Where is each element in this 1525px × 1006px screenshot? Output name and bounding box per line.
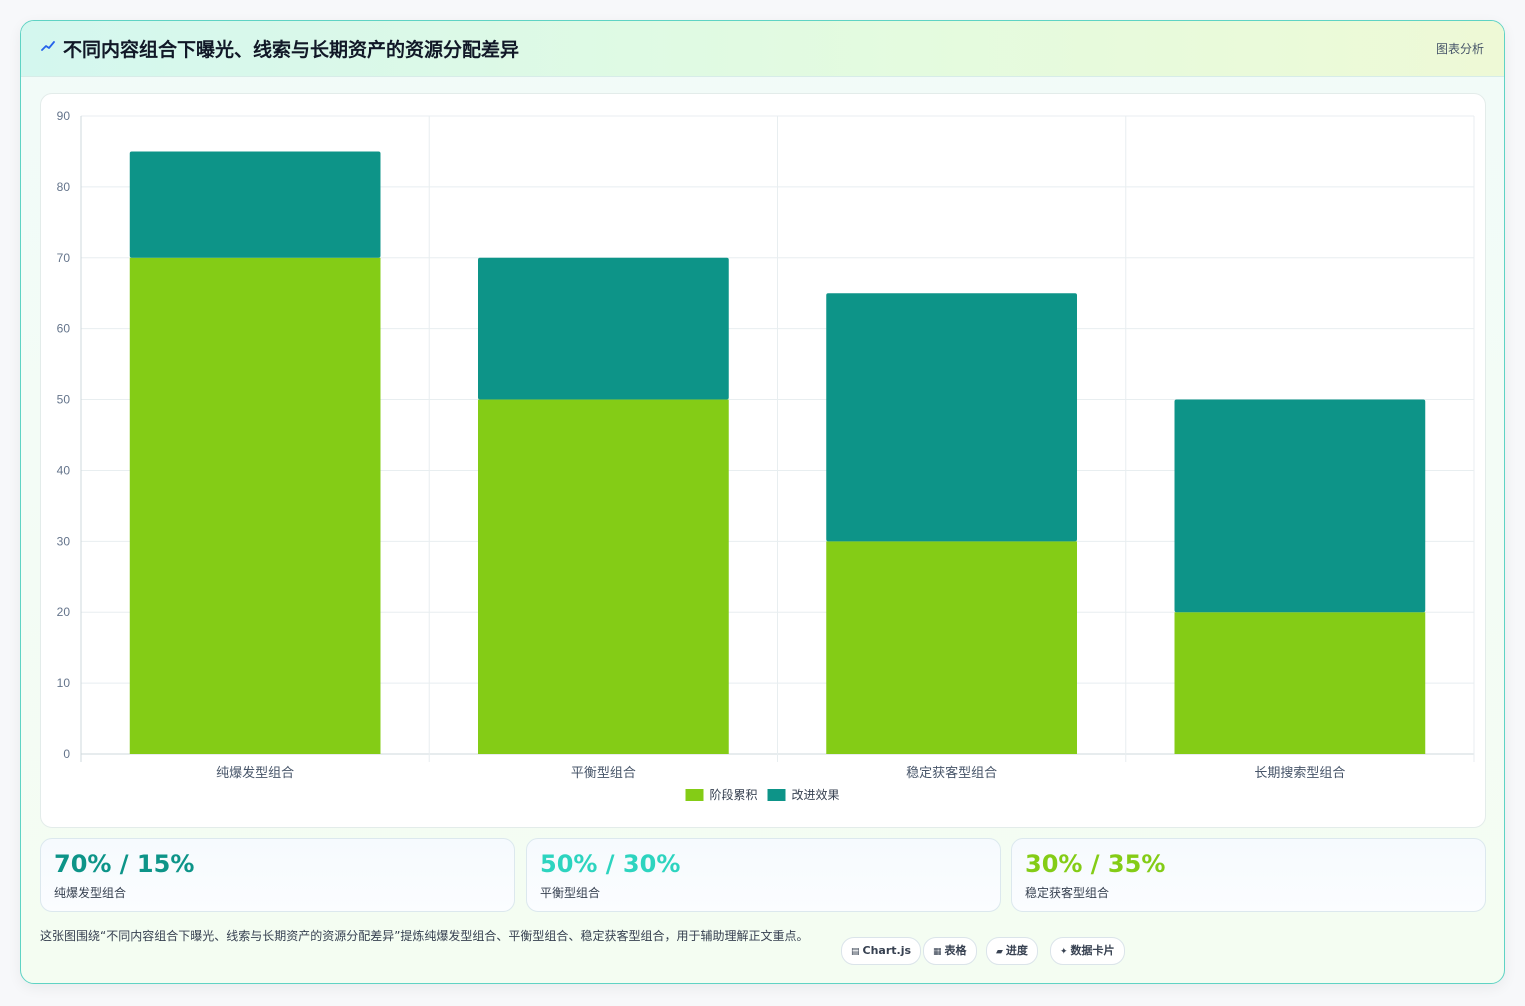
x-tick-label: 纯爆发型组合 [216, 765, 294, 780]
stat-card: 70% / 15% 纯爆发型组合 [40, 838, 515, 912]
stat-label: 稳定获客型组合 [1025, 886, 1110, 900]
pill-chartjs[interactable]: ▤ Chart.js [841, 937, 922, 965]
pill-data-card[interactable]: ✦ 数据卡片 [1050, 937, 1125, 965]
legend-swatch [685, 789, 704, 801]
y-tick-label: 0 [63, 747, 70, 761]
y-tick-label: 70 [57, 251, 71, 265]
legend-label: 改进效果 [792, 787, 840, 802]
y-tick-label: 10 [57, 676, 71, 690]
table-icon: ▦ [933, 947, 942, 957]
chart-line-icon [41, 41, 55, 51]
stat-label: 平衡型组合 [540, 886, 601, 900]
x-tick-label: 平衡型组合 [571, 765, 636, 780]
bar-segment [129, 151, 381, 258]
pill-label: 进度 [1005, 944, 1028, 957]
chart-icon: ▤ [851, 947, 860, 957]
bar-segment [1174, 399, 1426, 613]
chart-container: 0 10 20 30 40 50 60 70 80 90 纯爆发型组合 平衡型组合 稳定获客型组合 长期搜… [40, 93, 1486, 828]
bar-segment [1174, 612, 1426, 754]
stat-value: 50% / 30% [540, 850, 681, 878]
chart-analysis-tag: 图表分析 [1435, 42, 1484, 56]
chart-card: 不同内容组合下曝光、线索与长期资产的资源分配差异 图表分析 0 10 20 30 40 5… [20, 20, 1505, 984]
legend-label: 阶段累积 [710, 787, 758, 802]
stat-card: 30% / 35% 稳定获客型组合 [1011, 838, 1486, 912]
y-tick-label: 40 [57, 463, 71, 477]
bar-segment [478, 257, 729, 400]
stacked-bar-chart: 0 10 20 30 40 50 60 70 80 90 纯爆发型组合 平衡型组合 稳定获客型组合 长期搜… [57, 109, 1475, 802]
pill-label: 表格 [944, 944, 967, 957]
y-tick-label: 60 [57, 322, 71, 336]
stat-cards: 70% / 15% 纯爆发型组合 50% / 30% 平衡型组合 30% / 3… [40, 838, 1486, 912]
stat-label: 纯爆发型组合 [54, 886, 127, 900]
sparkle-icon: ✦ [1060, 947, 1068, 957]
pill-label: 数据卡片 [1070, 944, 1115, 957]
bar-segment [478, 399, 729, 754]
card-header: 不同内容组合下曝光、线索与长期资产的资源分配差异 图表分析 [21, 21, 1504, 77]
pill-progress[interactable]: ▰ 进度 [986, 937, 1038, 965]
y-tick-label: 80 [57, 180, 71, 194]
chart-description: 这张图围绕“不同内容组合下曝光、线索与长期资产的资源分配差异”提炼纯爆发型组合、… [40, 929, 809, 943]
bar-segment [826, 293, 1077, 542]
stat-value: 70% / 15% [54, 850, 195, 878]
stat-value: 30% / 35% [1025, 850, 1166, 878]
y-tick-label: 30 [57, 534, 71, 548]
progress-icon: ▰ [996, 947, 1003, 957]
legend-swatch [767, 789, 786, 801]
pill-table[interactable]: ▦ 表格 [923, 937, 977, 965]
bar-segment [826, 541, 1077, 754]
y-tick-label: 50 [57, 393, 71, 407]
bar-segment [129, 257, 381, 754]
page-title: 不同内容组合下曝光、线索与长期资产的资源分配差异 [63, 39, 520, 61]
y-tick-label: 20 [57, 605, 71, 619]
pill-label: Chart.js [862, 944, 912, 957]
y-tick-label: 90 [57, 109, 71, 123]
x-tick-label: 稳定获客型组合 [906, 765, 997, 780]
x-tick-label: 长期搜索型组合 [1254, 765, 1345, 780]
stat-card: 50% / 30% 平衡型组合 [526, 838, 1001, 912]
